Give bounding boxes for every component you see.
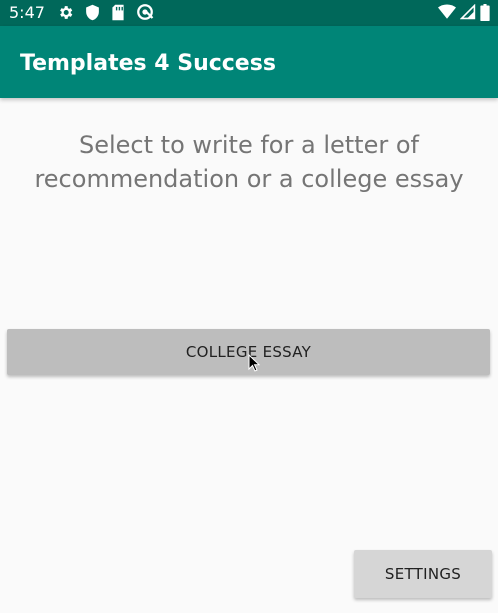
sync-icon <box>136 3 154 21</box>
status-right-icons <box>438 3 490 21</box>
status-left-icons <box>57 3 154 21</box>
gear-icon <box>57 4 74 21</box>
app-title: Templates 4 Success <box>20 51 276 76</box>
wifi-icon <box>438 4 456 20</box>
status-bar: 5:47 <box>0 0 498 26</box>
signal-icon <box>460 4 476 20</box>
settings-button[interactable]: SETTINGS <box>354 550 492 598</box>
shield-icon <box>85 4 100 21</box>
battery-icon <box>480 3 490 21</box>
college-essay-button[interactable]: COLLEGE ESSAY <box>7 329 490 375</box>
status-time: 5:47 <box>9 3 45 22</box>
sd-card-icon <box>111 4 125 21</box>
app-bar: Templates 4 Success <box>0 26 498 98</box>
prompt-text: Select to write for a letter of recommen… <box>34 131 464 193</box>
